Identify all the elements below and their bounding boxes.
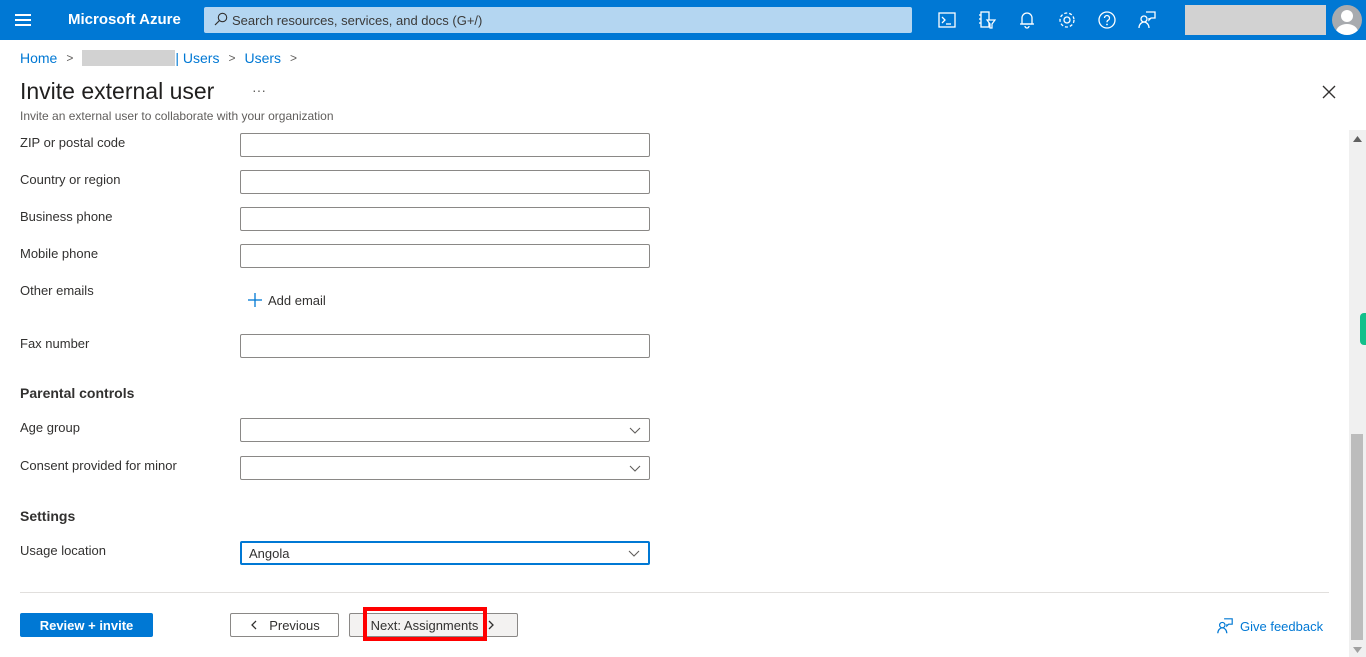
breadcrumb-users[interactable]: Users	[244, 50, 281, 66]
consent-label: Consent provided for minor	[20, 458, 177, 473]
chevron-right-icon	[488, 620, 495, 630]
usage-location-input[interactable]	[242, 543, 648, 563]
country-field[interactable]	[240, 170, 650, 194]
scroll-up-icon[interactable]	[1353, 136, 1362, 142]
settings-heading: Settings	[20, 508, 76, 524]
zip-field[interactable]	[240, 133, 650, 157]
usage-location-dropdown[interactable]	[240, 541, 650, 565]
breadcrumb-tenant-users[interactable]: | Users	[175, 50, 219, 66]
close-icon[interactable]	[1321, 84, 1337, 100]
chevron-left-icon	[251, 620, 257, 630]
review-invite-button[interactable]: Review + invite	[20, 613, 153, 637]
chevron-down-icon	[628, 550, 640, 557]
chevron-down-icon	[629, 465, 641, 472]
feedback-icon	[1217, 618, 1233, 634]
top-bar: Microsoft Azure	[0, 0, 1366, 40]
consent-dropdown[interactable]	[240, 456, 650, 480]
usage-location-label: Usage location	[20, 543, 106, 558]
breadcrumb-redacted	[82, 50, 176, 66]
chevron-right-icon: >	[228, 51, 236, 65]
breadcrumb: Home > | Users > Users >	[20, 50, 306, 66]
notifications-icon[interactable]	[1017, 10, 1037, 30]
brand-title[interactable]: Microsoft Azure	[68, 11, 181, 28]
chevron-right-icon: >	[66, 51, 74, 65]
parental-controls-heading: Parental controls	[20, 385, 135, 401]
age-group-value[interactable]	[241, 419, 649, 441]
add-email-label: Add email	[268, 292, 326, 308]
search-icon	[214, 12, 228, 26]
scroll-down-icon[interactable]	[1353, 647, 1362, 653]
page-title: Invite external user	[20, 78, 215, 104]
user-icon	[1336, 10, 1358, 35]
plus-icon	[248, 293, 262, 307]
give-feedback-label: Give feedback	[1240, 618, 1324, 634]
search-input[interactable]	[232, 7, 902, 33]
country-label: Country or region	[20, 172, 121, 187]
help-icon[interactable]	[1097, 10, 1117, 30]
other-emails-label: Other emails	[20, 283, 94, 298]
chevron-right-icon: >	[290, 51, 298, 65]
directory-filter-icon[interactable]	[977, 10, 997, 30]
account-name[interactable]	[1185, 5, 1326, 35]
settings-icon[interactable]	[1057, 10, 1077, 30]
avatar[interactable]	[1332, 5, 1362, 35]
global-search[interactable]	[204, 7, 912, 33]
business-phone-field[interactable]	[240, 207, 650, 231]
give-feedback-link[interactable]: Give feedback	[1216, 617, 1323, 635]
fax-field[interactable]	[240, 334, 650, 358]
consent-value[interactable]	[241, 457, 649, 479]
zip-label: ZIP or postal code	[20, 135, 126, 150]
page-subtitle: Invite an external user to collaborate w…	[20, 109, 334, 123]
previous-label: Previous	[269, 617, 320, 633]
business-phone-input[interactable]	[241, 208, 649, 230]
vertical-scrollbar[interactable]	[1349, 130, 1366, 657]
next-assignments-button[interactable]: Next: Assignments	[349, 613, 518, 637]
next-label: Next: Assignments	[370, 617, 479, 633]
age-group-dropdown[interactable]	[240, 418, 650, 442]
previous-button[interactable]: Previous	[230, 613, 339, 637]
business-phone-label: Business phone	[20, 209, 113, 224]
zip-input[interactable]	[241, 134, 649, 156]
mobile-phone-input[interactable]	[241, 245, 649, 267]
cloud-shell-icon[interactable]	[937, 10, 957, 30]
fax-label: Fax number	[20, 336, 90, 351]
mobile-phone-label: Mobile phone	[20, 246, 99, 261]
country-input[interactable]	[241, 171, 649, 193]
side-tab[interactable]	[1360, 313, 1366, 345]
breadcrumb-home[interactable]: Home	[20, 50, 57, 66]
footer-divider	[20, 592, 1329, 593]
menu-icon[interactable]	[15, 12, 31, 28]
age-group-label: Age group	[20, 420, 80, 435]
mobile-phone-field[interactable]	[240, 244, 650, 268]
add-email-button[interactable]: Add email	[247, 292, 326, 308]
chevron-down-icon	[629, 427, 641, 434]
scroll-thumb[interactable]	[1351, 434, 1363, 640]
feedback-icon[interactable]	[1137, 10, 1157, 30]
fax-input[interactable]	[241, 335, 649, 357]
more-options-icon[interactable]: ···	[252, 82, 266, 98]
